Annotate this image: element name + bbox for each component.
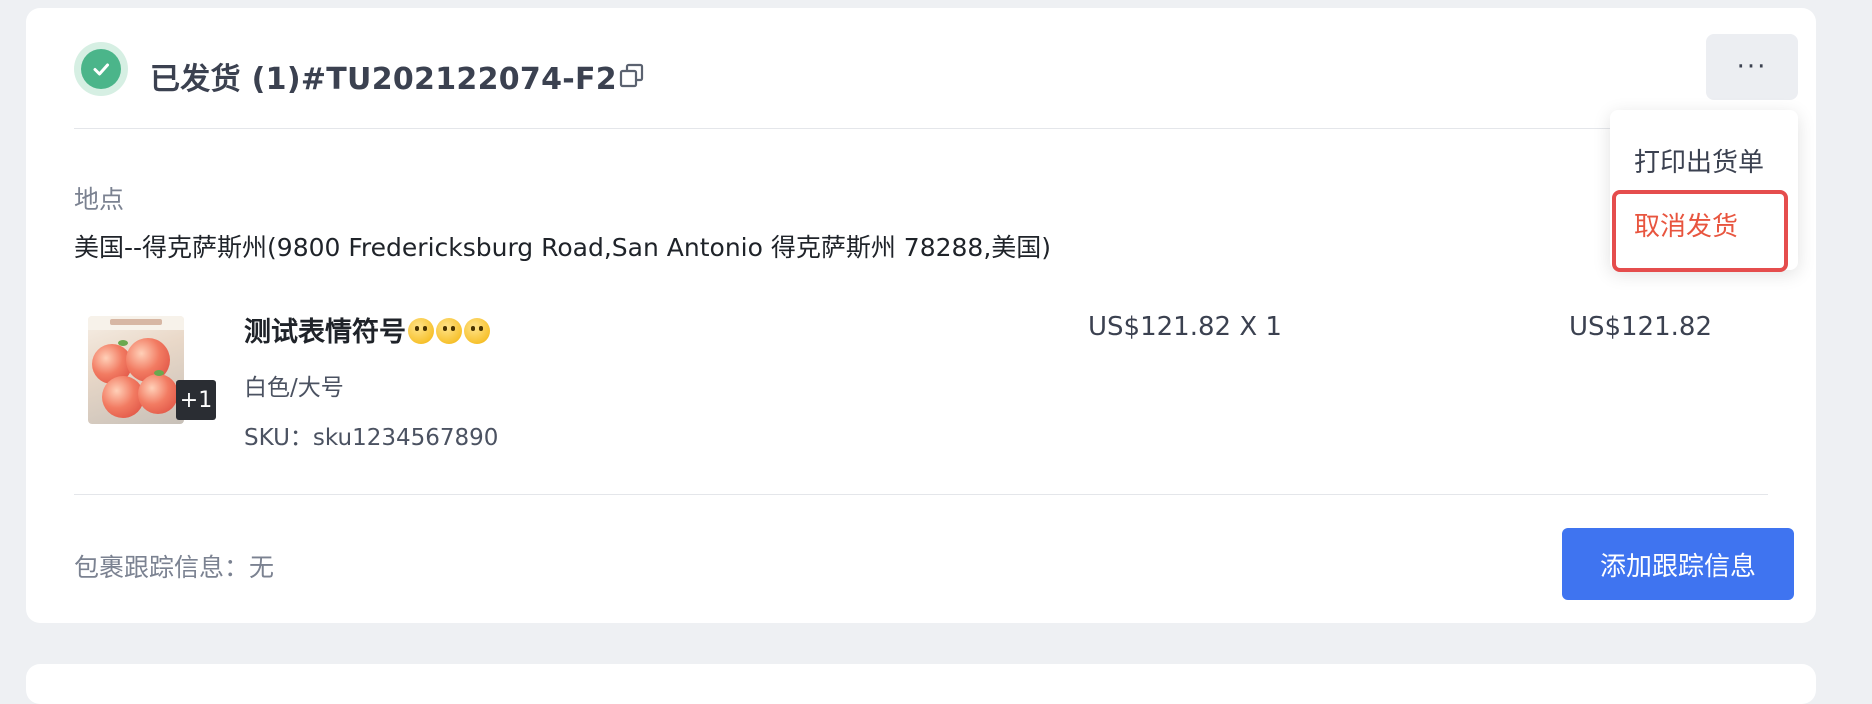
location-label: 地点 [74, 185, 125, 214]
product-name[interactable]: 测试表情符号 [244, 310, 490, 349]
tears-of-joy-icon [464, 318, 490, 344]
extra-images-badge[interactable]: +1 [176, 380, 216, 420]
fulfillment-card: 已发货 (1)#TU202122074-F2 ··· 地点 美国--得克萨斯州(… [26, 8, 1816, 623]
next-card [26, 664, 1816, 704]
copy-icon[interactable] [618, 62, 646, 90]
unit-price-quantity: US$121.82 X 1 [1088, 312, 1282, 342]
menu-item-print-packing-slip[interactable]: 打印出货单 [1634, 142, 1764, 179]
product-sku: SKU：sku1234567890 [244, 425, 499, 451]
more-icon: ··· [1736, 52, 1768, 82]
product-variant: 白色/大号 [244, 375, 344, 401]
fulfillment-title: 已发货 (1)#TU202122074-F2 [150, 62, 617, 97]
product-name-text: 测试表情符号 [244, 317, 406, 348]
product-image[interactable] [88, 316, 184, 424]
tracking-info: 包裹跟踪信息：无 [74, 553, 275, 582]
grinning-face-icon [408, 318, 434, 344]
menu-item-cancel-fulfillment[interactable]: 取消发货 [1634, 206, 1738, 243]
items-divider [74, 494, 1768, 495]
fulfilled-status-icon [74, 42, 128, 96]
more-actions-menu: 打印出货单 取消发货 [1610, 110, 1798, 270]
more-actions-button[interactable]: ··· [1706, 34, 1798, 100]
grinning-sweat-icon [436, 318, 462, 344]
header-divider [74, 128, 1768, 129]
location-address: 美国--得克萨斯州(9800 Fredericksburg Road,San A… [74, 233, 1052, 262]
line-total: US$121.82 [1568, 312, 1712, 342]
add-tracking-button[interactable]: 添加跟踪信息 [1562, 528, 1794, 600]
